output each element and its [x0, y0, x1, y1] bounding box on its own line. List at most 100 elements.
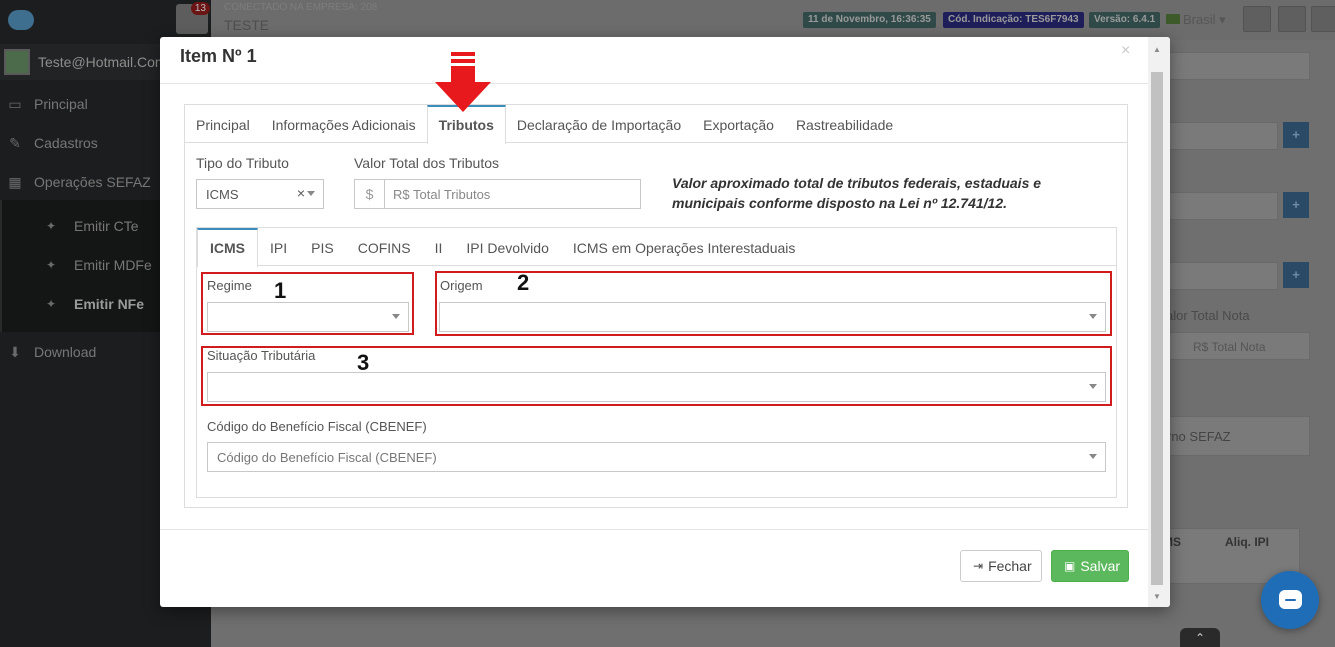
modal-header-divider	[160, 83, 1170, 84]
notifications-button[interactable]: 13	[176, 2, 210, 34]
sidebar-item-label: Principal	[34, 96, 88, 112]
subtab-icms-interestaduais[interactable]: ICMS em Operações Interestaduais	[561, 228, 808, 266]
situacao-select[interactable]	[207, 372, 1106, 402]
origem-select[interactable]	[439, 302, 1106, 332]
valor-total-input[interactable]	[385, 180, 640, 208]
logout-button[interactable]	[1278, 6, 1306, 32]
referral-badge: Cód. Indicação: TES6F7943	[943, 12, 1084, 28]
version-badge: Versão: 6.4.1	[1089, 12, 1161, 28]
regime-select[interactable]	[207, 302, 409, 332]
chevron-down-icon	[1089, 314, 1097, 319]
sidebar-subitem-label: Emitir NFe	[74, 296, 145, 312]
main-tabs: Principal Informações Adicionais Tributo…	[185, 105, 1127, 144]
bg-add-button-1: +	[1283, 122, 1309, 148]
tab-informacoes-adicionais[interactable]: Informações Adicionais	[261, 105, 427, 143]
cbenef-label: Código do Benefício Fiscal (CBENEF)	[207, 419, 427, 434]
save-icon: ▣	[1064, 559, 1076, 573]
bg-select-4	[1160, 262, 1278, 290]
tab-rastreabilidade[interactable]: Rastreabilidade	[785, 105, 904, 143]
bg-add-button-2: +	[1283, 192, 1309, 218]
company-name: TESTE	[224, 17, 270, 33]
brazil-flag-icon	[1166, 14, 1180, 24]
chevron-down-icon	[392, 314, 400, 319]
chevron-down-icon	[1089, 384, 1097, 389]
subtab-ipi[interactable]: IPI	[258, 228, 299, 266]
brazil-map-icon: ✦	[46, 297, 57, 311]
fullscreen-button[interactable]	[1243, 6, 1271, 32]
marker-2: 2	[517, 270, 530, 295]
marker-1: 1	[274, 278, 287, 303]
dollar-icon: $	[355, 180, 385, 208]
sidebar-item-label: Operações SEFAZ	[34, 174, 151, 190]
chevron-down-icon	[307, 191, 315, 196]
chevron-down-icon	[1089, 454, 1097, 459]
tipo-tributo-select[interactable]: ICMS ×	[196, 179, 324, 209]
menu-button[interactable]	[1311, 6, 1335, 32]
download-icon: ⬇	[9, 343, 21, 360]
fechar-label: Fechar	[988, 558, 1032, 574]
subtab-cofins[interactable]: COFINS	[346, 228, 423, 266]
salvar-label: Salvar	[1080, 558, 1121, 574]
tab-declaracao-importacao[interactable]: Declaração de Importação	[506, 105, 692, 143]
scroll-down-icon[interactable]: ▼	[1153, 592, 1161, 601]
bg-total-label: alor Total Nota	[1166, 308, 1250, 323]
valor-total-label: Valor Total dos Tributos	[354, 155, 500, 171]
bg-col-aliq: Aliq. IPI	[1225, 535, 1270, 549]
subtab-ipi-devolvido[interactable]: IPI Devolvido	[454, 228, 560, 266]
bg-sefaz-label: rno SEFAZ	[1167, 429, 1231, 444]
tipo-tributo-label: Tipo do Tributo	[196, 155, 289, 171]
chat-bubble-icon	[1279, 590, 1302, 609]
tipo-tributo-value: ICMS	[206, 187, 239, 202]
salvar-button[interactable]: ▣ Salvar	[1051, 550, 1129, 582]
subtab-pis[interactable]: PIS	[299, 228, 346, 266]
company-label: CONECTADO NA EMPRESA: 208	[224, 2, 378, 13]
sidebar-subitem-label: Emitir MDFe	[74, 257, 152, 273]
bg-select-1	[1160, 52, 1310, 80]
modal-scrollbar[interactable]: ▲ ▼	[1148, 37, 1170, 607]
down-arrow-annotation-icon	[435, 52, 491, 112]
lei-note: Valor aproximado total de tributos feder…	[672, 175, 1042, 211]
tax-subtabs: ICMS IPI PIS COFINS II IPI Devolvido ICM…	[197, 228, 1116, 267]
windows-icon: ▦	[8, 173, 22, 190]
language-label: Brasil	[1183, 12, 1216, 27]
close-icon[interactable]: ×	[1121, 42, 1130, 60]
cbenef-select[interactable]: Código do Benefício Fiscal (CBENEF)	[207, 442, 1106, 472]
valor-total-input-group: $	[354, 179, 641, 209]
chat-button[interactable]	[1261, 571, 1319, 629]
edit-icon: ✎	[9, 134, 21, 151]
sidebar-item-label: Cadastros	[34, 135, 98, 151]
bg-select-2	[1160, 122, 1278, 150]
sidebar-user-email: Teste@Hotmail.Com	[38, 54, 167, 70]
monitor-icon: ▭	[8, 95, 22, 112]
fechar-button[interactable]: ⇥ Fechar	[960, 550, 1042, 582]
notification-count-badge: 13	[190, 2, 210, 15]
app-logo	[4, 6, 40, 36]
datetime-badge: 11 de Novembro, 16:36:35	[803, 12, 936, 28]
scroll-top-button[interactable]: ⌃	[1180, 628, 1220, 647]
scroll-up-icon[interactable]: ▲	[1153, 45, 1161, 54]
modal-title: Item Nº 1	[180, 46, 257, 66]
subtab-ii[interactable]: II	[423, 228, 455, 266]
sign-out-icon: ⇥	[973, 559, 984, 573]
avatar	[4, 49, 30, 75]
subtab-icms[interactable]: ICMS	[197, 228, 258, 267]
scrollbar-thumb[interactable]	[1151, 72, 1163, 585]
modal-footer-divider	[160, 529, 1170, 530]
cbenef-placeholder: Código do Benefício Fiscal (CBENEF)	[217, 450, 437, 465]
bg-add-button-3: +	[1283, 262, 1309, 288]
sidebar-item-label: Download	[34, 344, 97, 360]
origem-label: Origem	[440, 278, 483, 293]
bg-sefaz-panel: rno SEFAZ	[1160, 416, 1310, 456]
regime-label: Regime	[207, 278, 252, 293]
language-selector[interactable]: Brasil ▾	[1166, 12, 1226, 28]
clear-icon[interactable]: ×	[297, 185, 305, 201]
item-modal: Item Nº 1 × Principal Informações Adicio…	[160, 37, 1170, 607]
tab-exportacao[interactable]: Exportação	[692, 105, 785, 143]
bg-total-placeholder: R$ Total Nota	[1193, 340, 1266, 354]
tab-principal[interactable]: Principal	[185, 105, 261, 143]
brazil-map-icon: ✦	[46, 258, 57, 272]
bg-total-input: R$ Total Nota	[1160, 332, 1310, 360]
sidebar-subitem-label: Emitir CTe	[74, 218, 139, 234]
bg-select-3	[1160, 192, 1278, 220]
situacao-label: Situação Tributária	[207, 348, 316, 363]
